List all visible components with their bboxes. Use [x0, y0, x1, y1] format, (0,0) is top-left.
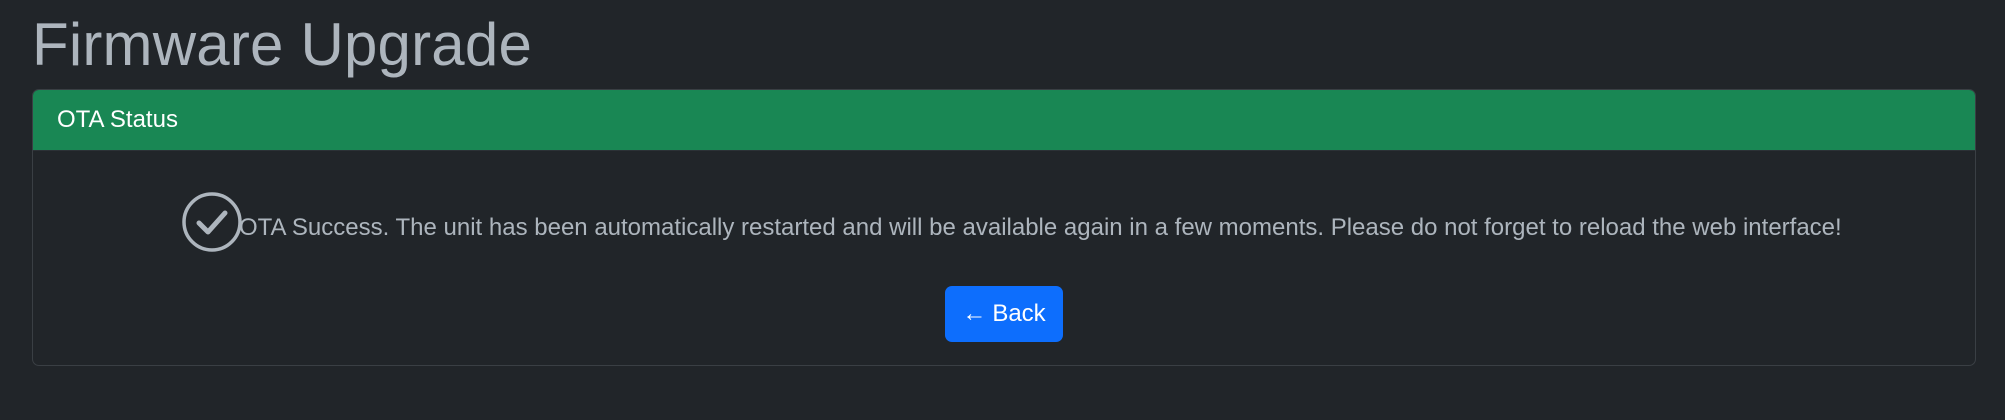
card-header-title: OTA Status: [57, 106, 178, 133]
back-button[interactable]: ← Back: [945, 286, 1063, 342]
status-message: OTA Success. The unit has been automatic…: [239, 213, 1842, 241]
ota-status-card: OTA Status OTA Success. The unit has bee…: [32, 89, 1976, 366]
firmware-upgrade-page: Firmware Upgrade OTA Status OTA Success.…: [0, 0, 2005, 420]
arrow-left-icon: ←: [962, 300, 987, 327]
card-body: OTA Success. The unit has been automatic…: [33, 151, 1975, 365]
card-header: OTA Status: [33, 90, 1975, 151]
check-circle-icon: [182, 192, 242, 252]
page-title: Firmware Upgrade: [32, 11, 533, 78]
status-message-row: OTA Success. The unit has been automatic…: [181, 191, 1842, 253]
back-button-label: Back: [992, 300, 1046, 327]
